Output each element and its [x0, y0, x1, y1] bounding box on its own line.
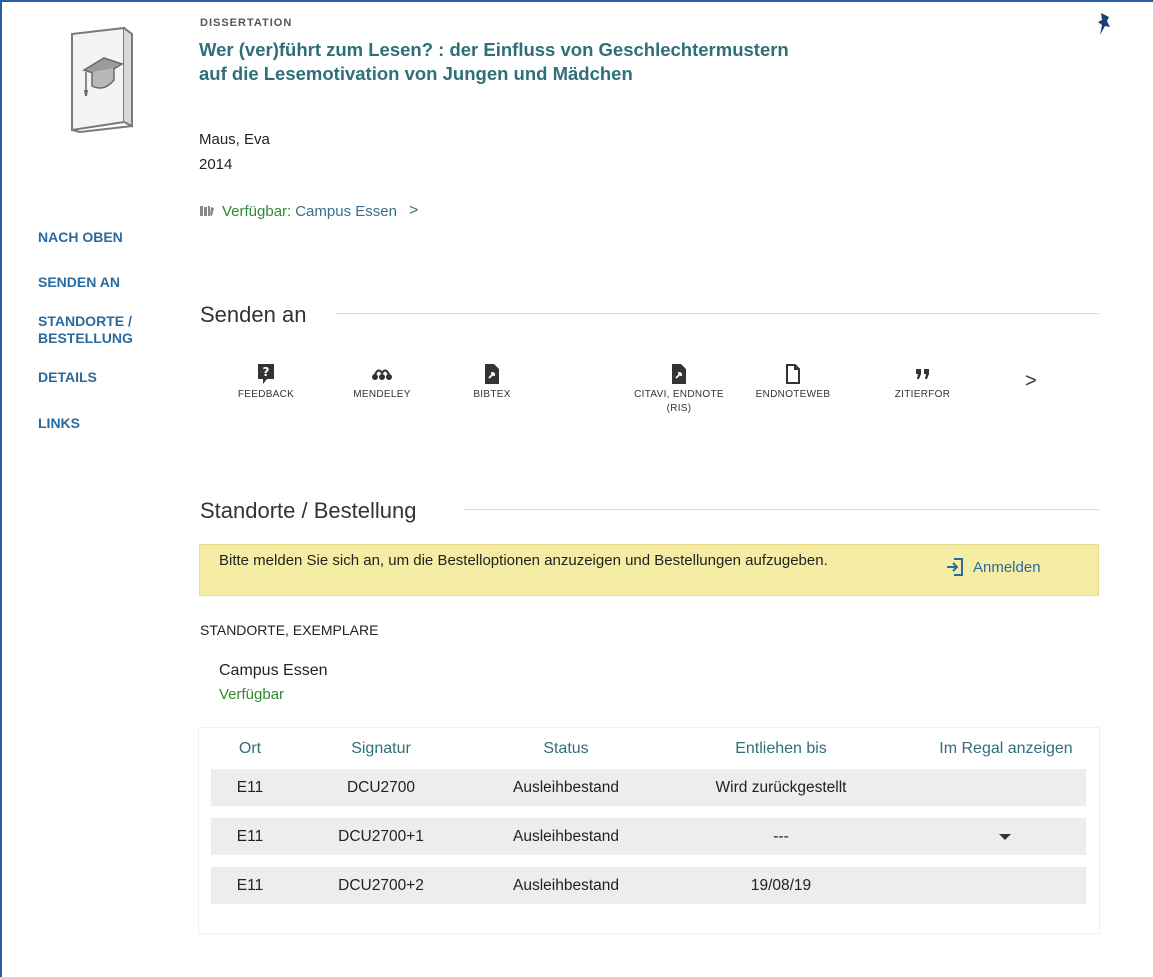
locations-heading: Standorte / Bestellung — [200, 498, 417, 523]
cell-due-date: Wird zurückgestellt — [715, 779, 847, 796]
holdings-table: Ort Signatur Status Entliehen bis Im Reg… — [199, 728, 1099, 933]
table-row[interactable]: E11 DCU2700+2 Ausleihbestand 19/08/19 — [211, 867, 1086, 904]
column-header: Entliehen bis — [735, 740, 827, 757]
cell-location: E11 — [236, 877, 264, 894]
column-header: Signatur — [351, 740, 411, 757]
pin-icon[interactable] — [1095, 11, 1113, 37]
cell-status: Ausleihbestand — [513, 877, 619, 894]
send-mendeley-button[interactable]: MENDELEY — [327, 362, 437, 402]
login-notice-text: Bitte melden Sie sich an, um die Bestell… — [219, 552, 828, 569]
dissertation-cover-icon — [71, 26, 133, 134]
send-mendeley-label: MENDELEY — [353, 389, 411, 400]
cell-location: E11 — [236, 779, 264, 796]
login-label: Anmelden — [973, 558, 1041, 576]
cell-due-date: --- — [773, 828, 789, 845]
send-bibtex-label: BIBTEX — [473, 389, 511, 400]
nav-links[interactable]: LINKS — [38, 415, 158, 432]
availability-link[interactable]: Verfügbar: Campus Essen > — [199, 202, 418, 220]
nav-locations[interactable]: STANDORTE / BESTELLUNG — [38, 313, 158, 347]
send-to-heading: Senden an — [200, 302, 307, 327]
send-feedback-label: FEEDBACK — [237, 389, 295, 400]
book-icon — [200, 206, 214, 216]
cell-call-number: DCU2700+1 — [338, 828, 424, 845]
send-citation-label: ZITIERFOR — [894, 389, 951, 400]
quote-icon — [915, 369, 929, 379]
locations-divider — [463, 509, 1099, 510]
cell-call-number: DCU2700 — [346, 779, 416, 796]
file-export-icon — [672, 364, 686, 384]
nav-top[interactable]: NACH OBEN — [38, 229, 158, 246]
cell-status: Ausleihbestand — [513, 828, 619, 845]
send-ris-button[interactable]: CITAVI, ENDNOTE (RIS) — [624, 362, 734, 416]
caret-down-icon[interactable] — [999, 834, 1011, 840]
column-header: Status — [543, 740, 589, 757]
library-status: Verfügbar — [219, 686, 285, 703]
availability-status: Verfügbar: — [222, 202, 292, 220]
record-author: Maus, Eva — [199, 131, 270, 148]
cell-status: Ausleihbestand — [513, 779, 619, 796]
table-row[interactable]: E11 DCU2700 Ausleihbestand Wird zurückge… — [211, 769, 1086, 806]
document-icon — [786, 364, 800, 384]
svg-text:?: ? — [263, 365, 270, 379]
question-icon: ? — [258, 364, 274, 384]
availability-location: Campus Essen — [295, 202, 397, 220]
cell-location: E11 — [236, 828, 264, 845]
file-export-icon — [485, 364, 499, 384]
login-notice: Bitte melden Sie sich an, um die Bestell… — [199, 544, 1099, 596]
send-to-divider — [335, 313, 1099, 314]
chevron-right-icon[interactable]: > — [1025, 370, 1037, 393]
cell-due-date: 19/08/19 — [750, 877, 812, 894]
record-type: DISSERTATION — [200, 17, 293, 29]
column-header: Im Regal anzeigen — [939, 740, 1073, 757]
mendeley-icon — [372, 369, 392, 380]
cell-call-number: DCU2700+2 — [338, 877, 424, 894]
record-year: 2014 — [199, 156, 233, 173]
nav-details[interactable]: DETAILS — [38, 369, 158, 386]
sign-in-icon — [947, 558, 963, 576]
send-endnoteweb-button[interactable]: ENDNOTEWEB — [738, 362, 848, 402]
table-row[interactable]: E11 DCU2700+1 Ausleihbestand --- — [211, 818, 1086, 855]
send-feedback-button[interactable]: ? FEEDBACK — [211, 362, 321, 402]
send-endnoteweb-label: ENDNOTEWEB — [755, 389, 831, 400]
record-title[interactable]: Wer (ver)führt zum Lesen? : der Einfluss… — [199, 38, 819, 86]
send-ris-label: CITAVI, ENDNOTE (RIS) — [634, 389, 724, 414]
chevron-right-icon: > — [408, 202, 419, 219]
send-citation-button[interactable]: ZITIERFOR — [885, 362, 960, 402]
table-header: Ort Signatur Status Entliehen bis Im Reg… — [211, 730, 1086, 767]
library-name[interactable]: Campus Essen — [219, 662, 328, 680]
column-header: Ort — [238, 740, 262, 757]
nav-send-to[interactable]: SENDEN AN — [38, 274, 158, 291]
send-bibtex-button[interactable]: BIBTEX — [437, 362, 547, 402]
holdings-subheading: STANDORTE, EXEMPLARE — [200, 622, 379, 638]
login-button[interactable]: Anmelden — [945, 557, 1041, 577]
